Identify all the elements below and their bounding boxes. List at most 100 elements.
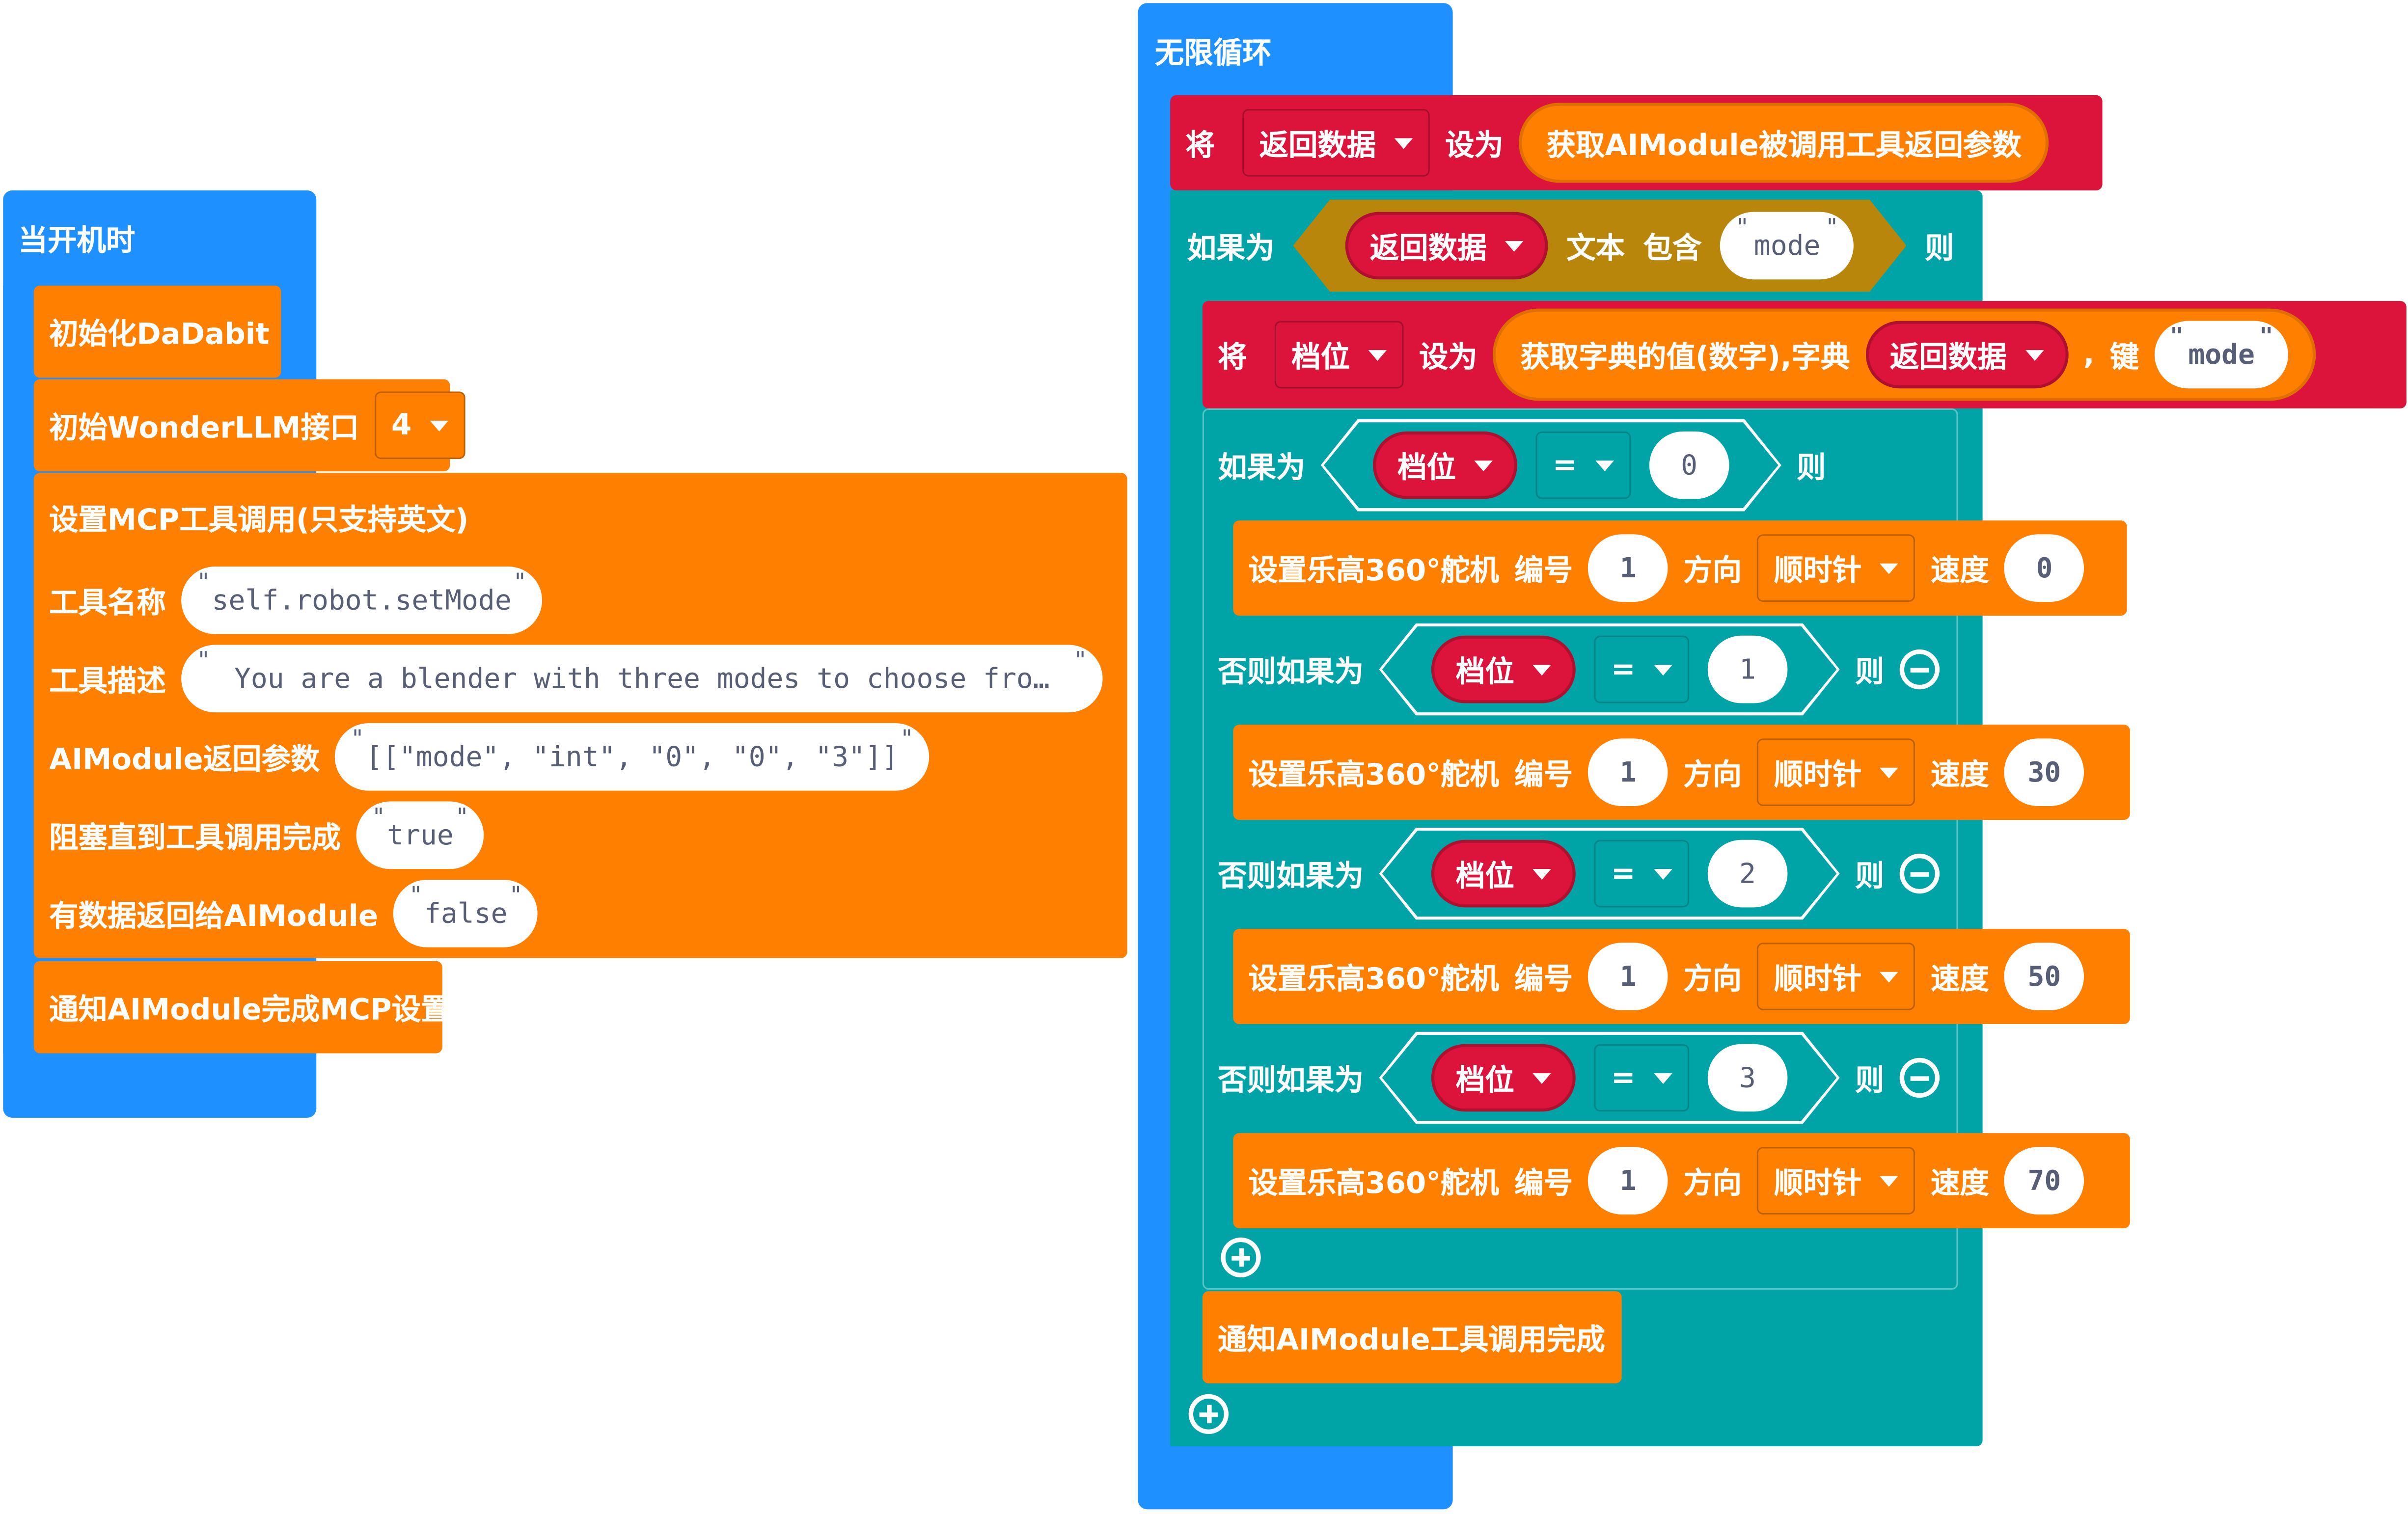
llm-port-value: 4 (391, 408, 412, 442)
init-llm-label: 初始WonderLLM接口 (49, 410, 359, 445)
gear-var-reporter[interactable]: 档位 (1431, 1044, 1576, 1112)
contains-string-input[interactable]: mode (1720, 212, 1854, 280)
return-data-input[interactable]: false (393, 880, 539, 947)
remove-branch-icon[interactable] (1899, 1057, 1940, 1098)
caret-down-icon (1880, 767, 1899, 778)
gear-var-name: 档位 (1455, 654, 1514, 689)
servo-dir-label: 方向 (1683, 553, 1742, 588)
servo-id-input[interactable]: 1 (1588, 943, 1669, 1010)
tool-desc-input[interactable]: You are a blender with three modes to ch… (181, 645, 1103, 713)
text-contains-condition[interactable]: 返回数据 文本 包含 mode (1293, 200, 1906, 292)
gear-var-reporter[interactable]: 档位 (1373, 432, 1517, 499)
servo-speed-label: 速度 (1930, 1166, 1989, 1200)
servo-speed-input[interactable]: 50 (2004, 943, 2084, 1010)
compare-op-value: = (1611, 1061, 1636, 1095)
ret-params-input[interactable]: [["mode", "int", "0", "0", "3"]] (335, 723, 930, 791)
remove-branch-icon[interactable] (1899, 853, 1940, 894)
gear-var-name: 档位 (1455, 859, 1514, 893)
dict-get-label: 获取字典的值(数字),字典 (1520, 340, 1850, 374)
servo-block-0[interactable]: 设置乐高360°舵机 编号 1 方向 顺时针 速度 0 (1233, 520, 2127, 616)
servo-dir-dropdown[interactable]: 顺时针 (1757, 738, 1915, 806)
on-start-label: 当开机时 (18, 224, 136, 258)
servo-block-2[interactable]: 设置乐高360°舵机 编号 1 方向 顺时针 速度 50 (1233, 929, 2130, 1025)
servo-speed-input[interactable]: 0 (2004, 534, 2084, 602)
branch-0-condition[interactable]: 档位 = 0 (1321, 419, 1781, 512)
remove-branch-icon[interactable] (1899, 649, 1940, 690)
branch-1-condition[interactable]: 档位 = 1 (1379, 623, 1840, 716)
servo-id-input[interactable]: 1 (1588, 534, 1669, 602)
init-llm-block[interactable]: 初始WonderLLM接口 4 (33, 379, 465, 472)
init-dadabit-block[interactable]: 初始化DaDabit (33, 285, 281, 378)
forever-label: 无限循环 (1154, 37, 1272, 71)
servo-block-3[interactable]: 设置乐高360°舵机 编号 1 方向 顺时针 速度 70 (1233, 1133, 2130, 1228)
servo-speed-label: 速度 (1930, 757, 1989, 792)
add-branch-icon[interactable] (1221, 1237, 1261, 1278)
tool-name-input[interactable]: self.robot.setMode (181, 567, 543, 634)
servo-speed-input[interactable]: 30 (2004, 738, 2084, 806)
servo-dir-value: 顺时针 (1774, 962, 1862, 996)
compare-op-dropdown[interactable]: = (1594, 840, 1689, 908)
add-else-branch-icon[interactable] (1188, 1394, 1229, 1434)
text-label: 文本 (1566, 231, 1625, 265)
gear-var-reporter[interactable]: 档位 (1431, 840, 1576, 908)
compare-op-value: = (1611, 652, 1636, 686)
gear-var-name: 档位 (1455, 1063, 1514, 1097)
gear-var-reporter[interactable]: 档位 (1431, 636, 1576, 703)
servo-dir-label: 方向 (1683, 757, 1742, 792)
servo-label: 设置乐高360°舵机 (1248, 757, 1499, 792)
then-label: 则 (1855, 1063, 1885, 1097)
caret-down-icon (430, 420, 449, 431)
notify-done-label: 通知AIModule工具调用完成 (1218, 1323, 1606, 1357)
servo-block-1[interactable]: 设置乐高360°舵机 编号 1 方向 顺时针 速度 30 (1233, 725, 2130, 820)
branch-3-condition[interactable]: 档位 = 3 (1379, 1032, 1840, 1124)
key-label: 键 (2109, 340, 2139, 374)
if-label: 如果为 (1187, 231, 1275, 265)
ret-params-label: AIModule返回参数 (49, 742, 320, 776)
servo-label: 设置乐高360°舵机 (1248, 1166, 1499, 1200)
return-data-var-dropdown[interactable]: 返回数据 (1242, 109, 1430, 177)
dict-get-number-reporter[interactable]: 获取字典的值(数字),字典 返回数据 , 键 mode (1493, 308, 2317, 401)
dict-var-reporter[interactable]: 返回数据 (1865, 321, 2068, 389)
servo-dir-dropdown[interactable]: 顺时针 (1757, 1147, 1915, 1215)
branch-0-label: 如果为 (1218, 450, 1306, 485)
compare-value-input[interactable]: 2 (1708, 840, 1788, 908)
servo-dir-dropdown[interactable]: 顺时针 (1757, 943, 1915, 1010)
set-return-data-block[interactable]: 将 返回数据 设为 获取AIModule被调用工具返回参数 (1170, 95, 2103, 190)
dict-key-input[interactable]: mode (2154, 321, 2289, 389)
caret-down-icon (1368, 349, 1387, 360)
gear-var-name: 档位 (1291, 340, 1350, 374)
blocking-input[interactable]: true (356, 801, 485, 869)
caret-down-icon (1654, 664, 1672, 675)
tool-desc-label: 工具描述 (49, 664, 166, 698)
compare-op-value: = (1611, 857, 1636, 891)
servo-id-input[interactable]: 1 (1588, 1147, 1669, 1215)
compare-op-dropdown[interactable]: = (1594, 1044, 1689, 1112)
servo-id-input[interactable]: 1 (1588, 738, 1669, 806)
notify-setup-block[interactable]: 通知AIModule完成MCP设置 (33, 961, 450, 1054)
mcp-setup-block[interactable]: 设置MCP工具调用(只支持英文) 工具名称 self.robot.setMode… (33, 473, 1127, 958)
branch-2-condition[interactable]: 档位 = 2 (1379, 828, 1840, 920)
caret-down-icon (2025, 349, 2044, 360)
return-data-var-reporter[interactable]: 返回数据 (1345, 212, 1548, 280)
notify-done-block[interactable]: 通知AIModule工具调用完成 (1202, 1291, 1622, 1383)
compare-op-dropdown[interactable]: = (1536, 432, 1631, 499)
servo-speed-input[interactable]: 70 (2004, 1147, 2084, 1215)
get-tool-params-reporter[interactable]: 获取AIModule被调用工具返回参数 (1519, 103, 2050, 183)
servo-dir-dropdown[interactable]: 顺时针 (1757, 534, 1915, 602)
branch-1-label: 否则如果为 (1218, 654, 1364, 689)
compare-value-input[interactable]: 3 (1708, 1044, 1788, 1112)
compare-value-input[interactable]: 1 (1708, 636, 1788, 703)
compare-op-dropdown[interactable]: = (1594, 636, 1689, 703)
gear-var-dropdown[interactable]: 档位 (1274, 321, 1404, 389)
compare-value-input[interactable]: 0 (1649, 432, 1729, 499)
comma-label: , (2083, 338, 2095, 372)
workspace: 当开机时 初始化DaDabit 初始WonderLLM接口 4 设置MCP工具调… (0, 0, 2408, 1514)
caret-down-icon (1532, 1073, 1551, 1083)
servo-id-label: 编号 (1514, 757, 1573, 792)
notify-setup-label: 通知AIModule完成MCP设置 (49, 992, 450, 1027)
llm-port-dropdown[interactable]: 4 (374, 391, 465, 460)
set-gear-block[interactable]: 将 档位 设为 获取字典的值(数字),字典 返回数据 , 键 mode (1202, 300, 2407, 408)
caret-down-icon (1532, 868, 1551, 879)
servo-speed-label: 速度 (1930, 553, 1989, 588)
caret-down-icon (1654, 868, 1672, 879)
